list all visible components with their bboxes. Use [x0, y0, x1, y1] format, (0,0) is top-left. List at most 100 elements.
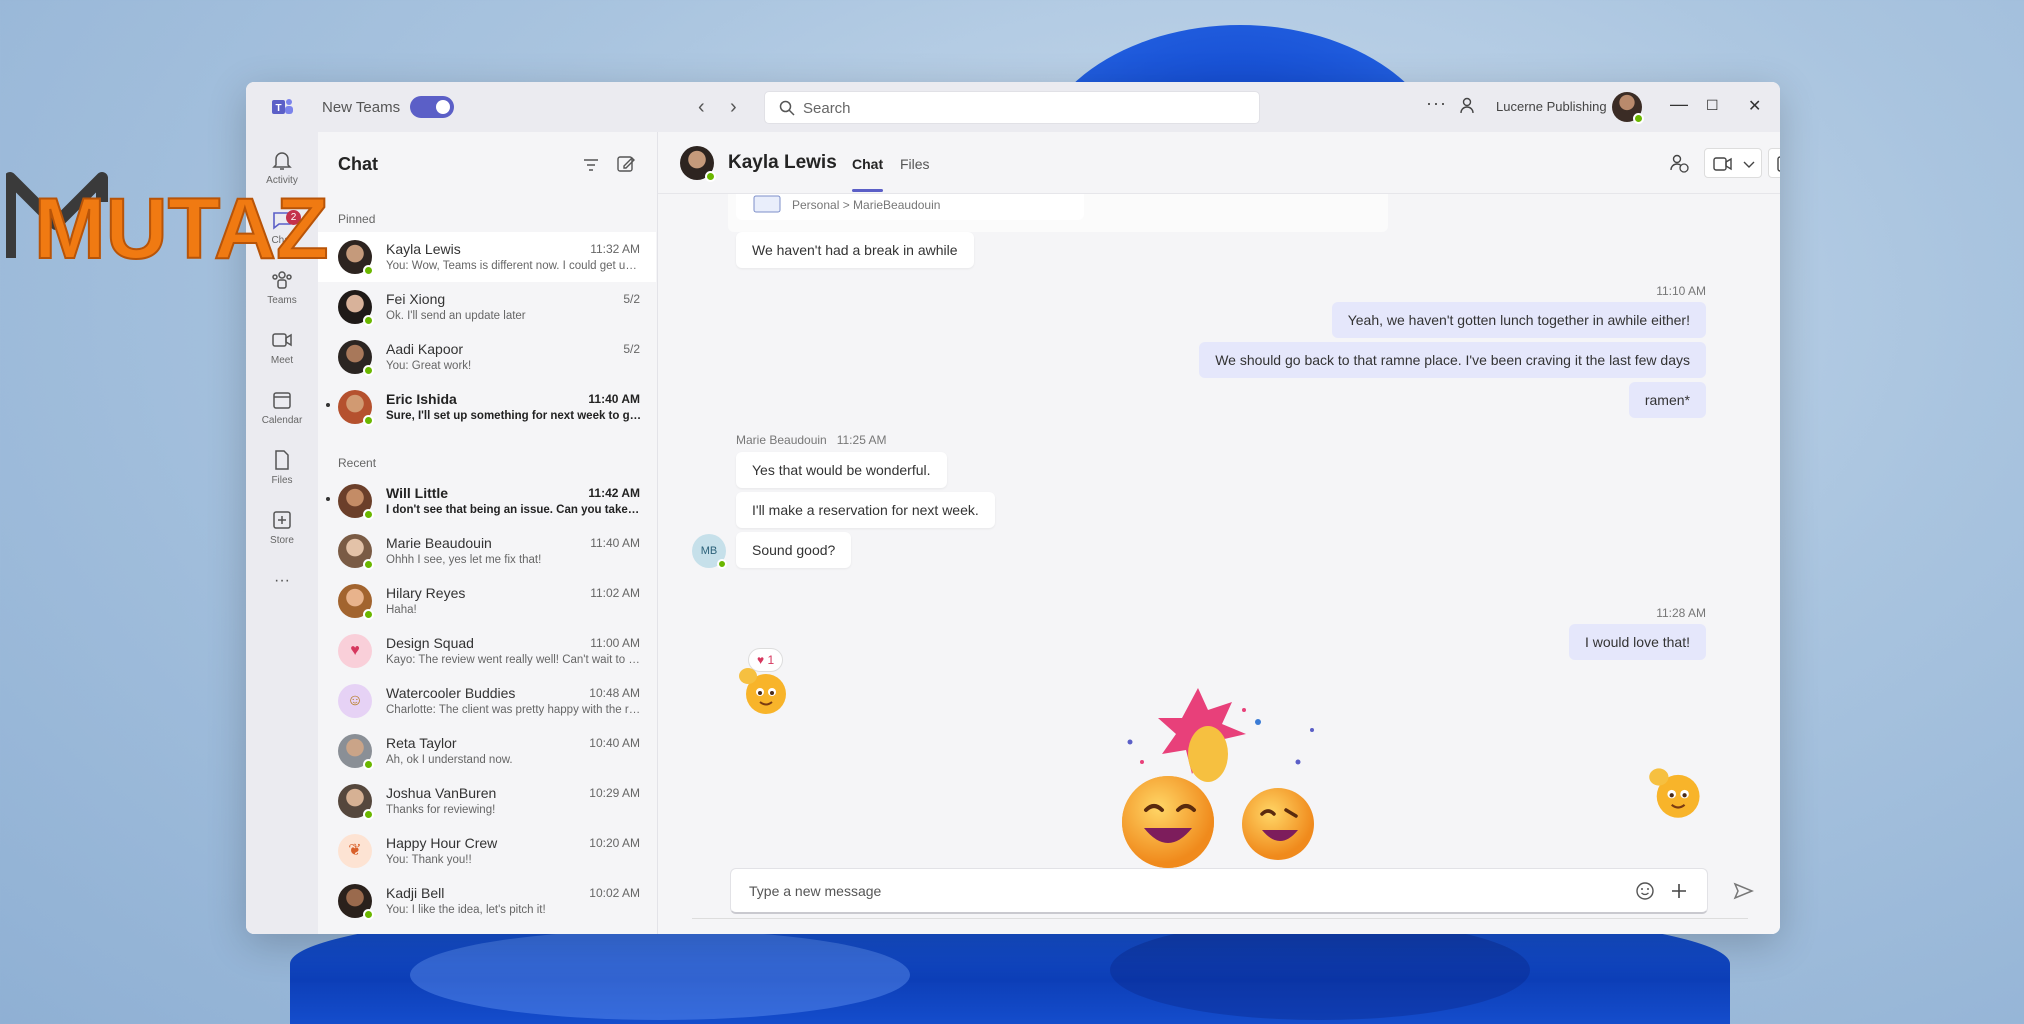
add-people-icon[interactable] — [1668, 152, 1690, 174]
message-incoming: Yes that would be wonderful. — [736, 452, 947, 488]
chat-item-design-squad[interactable]: ♥ Design Squad 11:00 AM Kayo: The review… — [318, 626, 656, 676]
chat-item-fei-xiong[interactable]: Fei Xiong 5/2 Ok. I'll send an update la… — [318, 282, 656, 332]
rail-label-calendar: Calendar — [261, 415, 303, 426]
chat-item-time: 11:40 AM — [590, 536, 640, 550]
celebration-emoji-icon — [1122, 688, 1314, 868]
plus-icon[interactable] — [1669, 881, 1689, 901]
chat-item-name: Watercooler Buddies — [386, 685, 516, 701]
chat-item-name: Will Little — [386, 485, 449, 501]
search-placeholder: Search — [803, 100, 851, 117]
search-input[interactable]: Search — [764, 91, 1260, 124]
org-name[interactable]: Lucerne Publishing — [1496, 99, 1607, 114]
chat-item-preview: You: Thank you!! — [386, 854, 472, 866]
message-composer[interactable]: Type a new message — [730, 868, 1708, 914]
org-switch-icon[interactable] — [1458, 96, 1478, 116]
chat-item-reta-taylor[interactable]: Reta Taylor 10:40 AM Ah, ok I understand… — [318, 726, 656, 776]
sender-meta: Marie Beaudouin 11:25 AM — [736, 433, 887, 447]
tab-chat[interactable]: Chat — [852, 156, 884, 192]
svg-text:T: T — [275, 103, 281, 114]
rail-item-meet[interactable]: Meet — [246, 328, 318, 382]
avatar — [338, 534, 374, 570]
teams-window: T New Teams ‹ › Search ··· Lucerne Publi… — [246, 82, 1780, 934]
presence-available-icon — [363, 609, 374, 620]
emoji-icon[interactable] — [1635, 881, 1655, 901]
chat-item-aadi-kapoor[interactable]: Aadi Kapoor 5/2 You: Great work! — [318, 332, 656, 382]
rail-label-files: Files — [271, 475, 293, 486]
chevron-down-icon — [1743, 161, 1755, 168]
chat-item-joshua-vanburen[interactable]: Joshua VanBuren 10:29 AM Thanks for revi… — [318, 776, 656, 826]
chat-item-hilary-reyes[interactable]: Hilary Reyes 11:02 AM Haha! — [318, 576, 656, 626]
presence-available-icon — [363, 559, 374, 570]
chat-item-marie-beaudouin[interactable]: Marie Beaudouin 11:40 AM Ohhh I see, yes… — [318, 526, 656, 576]
chat-item-preview: Charlotte: The client was pretty happy w… — [386, 704, 642, 716]
chat-item-will-little[interactable]: Will Little 11:42 AM I don't see that be… — [318, 476, 656, 526]
chat-item-kadji-bell[interactable]: Kadji Bell 10:02 AM You: I like the idea… — [318, 876, 656, 926]
presence-available-icon — [363, 265, 374, 276]
presence-available-icon — [363, 415, 374, 426]
sender-avatar: MB — [692, 534, 727, 569]
maximize-button[interactable]: ☐ — [1706, 97, 1719, 114]
chat-item-name: Reta Taylor — [386, 735, 457, 751]
chat-item-preview: You: Wow, Teams is different now. I coul… — [386, 260, 642, 272]
rail-item-store[interactable]: Store — [246, 508, 318, 562]
chat-item-watercooler-buddies[interactable]: ☺ Watercooler Buddies 10:48 AM Charlotte… — [318, 676, 656, 726]
recent-section-label: Recent — [338, 456, 377, 470]
avatar — [338, 390, 374, 426]
rail-item-calendar[interactable]: Calendar — [246, 388, 318, 442]
avatar — [338, 340, 374, 376]
send-icon[interactable] — [1732, 880, 1754, 902]
presence-available-icon — [363, 315, 374, 326]
chat-item-time: 11:00 AM — [590, 636, 640, 650]
new-teams-toggle[interactable] — [410, 96, 454, 118]
contact-avatar[interactable] — [680, 146, 716, 182]
message-outgoing: We should go back to that ramne place. I… — [1199, 342, 1706, 378]
conversation-pane: Personal > MarieBeaudouin Kayla Lewis Ch… — [658, 132, 1780, 934]
rail-label-store: Store — [270, 535, 294, 546]
message-timestamp: 11:10 AM — [1656, 284, 1706, 298]
mutaz-watermark-logo: MUTAZ — [6, 172, 330, 266]
chat-item-name: Kadji Bell — [386, 885, 445, 901]
chat-item-preview: You: I like the idea, let's pitch it! — [386, 904, 546, 916]
rail-more-button[interactable]: ··· — [246, 572, 318, 626]
chat-item-name: Happy Hour Crew — [386, 835, 498, 851]
file-card-path: Personal > MarieBeaudouin — [792, 198, 941, 212]
composer-placeholder: Type a new message — [749, 883, 882, 899]
shared-file-card[interactable]: Personal > MarieBeaudouin — [736, 194, 1084, 220]
chat-item-time: 11:32 AM — [590, 242, 640, 256]
avatar — [338, 290, 374, 326]
chat-item-happy-hour-crew[interactable]: ❦ Happy Hour Crew 10:20 AM You: Thank yo… — [318, 826, 656, 876]
close-button[interactable]: ✕ — [1748, 96, 1761, 116]
avatar — [338, 584, 374, 620]
waving-emoji-icon — [1649, 768, 1700, 818]
filter-icon[interactable] — [582, 156, 600, 174]
watermark-text: MUTAZ — [34, 181, 329, 266]
side-panel-button[interactable] — [1768, 148, 1780, 178]
back-button[interactable]: ‹ — [698, 96, 705, 119]
chat-item-time: 5/2 — [623, 342, 640, 356]
chat-item-preview: Ok. I'll send an update later — [386, 310, 526, 322]
sender-initials: MB — [700, 545, 718, 557]
message-outgoing: ramen* — [1628, 382, 1706, 418]
video-call-button[interactable] — [1704, 148, 1762, 178]
minimize-button[interactable]: — — [1670, 94, 1688, 115]
unread-dot — [326, 403, 330, 407]
chat-item-time: 5/2 — [623, 292, 640, 306]
chat-item-eric-ishida[interactable]: Eric Ishida 11:40 AM Sure, I'll set up s… — [318, 382, 656, 432]
chat-item-preview: Ah, ok I understand now. — [386, 754, 513, 766]
profile-avatar[interactable] — [1612, 92, 1644, 124]
rail-item-files[interactable]: Files — [246, 448, 318, 502]
presence-available-icon — [363, 509, 374, 520]
message-timestamp: 11:28 AM — [1656, 606, 1706, 620]
party-group-icon: ❦ — [338, 834, 372, 868]
contact-name[interactable]: Kayla Lewis — [728, 152, 837, 174]
forward-button[interactable]: › — [730, 96, 737, 119]
chat-item-name: Aadi Kapoor — [386, 341, 464, 357]
presence-available-icon — [705, 171, 716, 182]
rail-label-teams: Teams — [267, 295, 297, 306]
more-options-button[interactable]: ··· — [1426, 93, 1447, 114]
tab-files[interactable]: Files — [900, 156, 930, 172]
presence-available-icon — [1633, 113, 1644, 124]
new-chat-icon[interactable] — [616, 154, 636, 174]
presence-available-icon — [363, 909, 374, 920]
rail-item-teams[interactable]: Teams — [246, 268, 318, 322]
